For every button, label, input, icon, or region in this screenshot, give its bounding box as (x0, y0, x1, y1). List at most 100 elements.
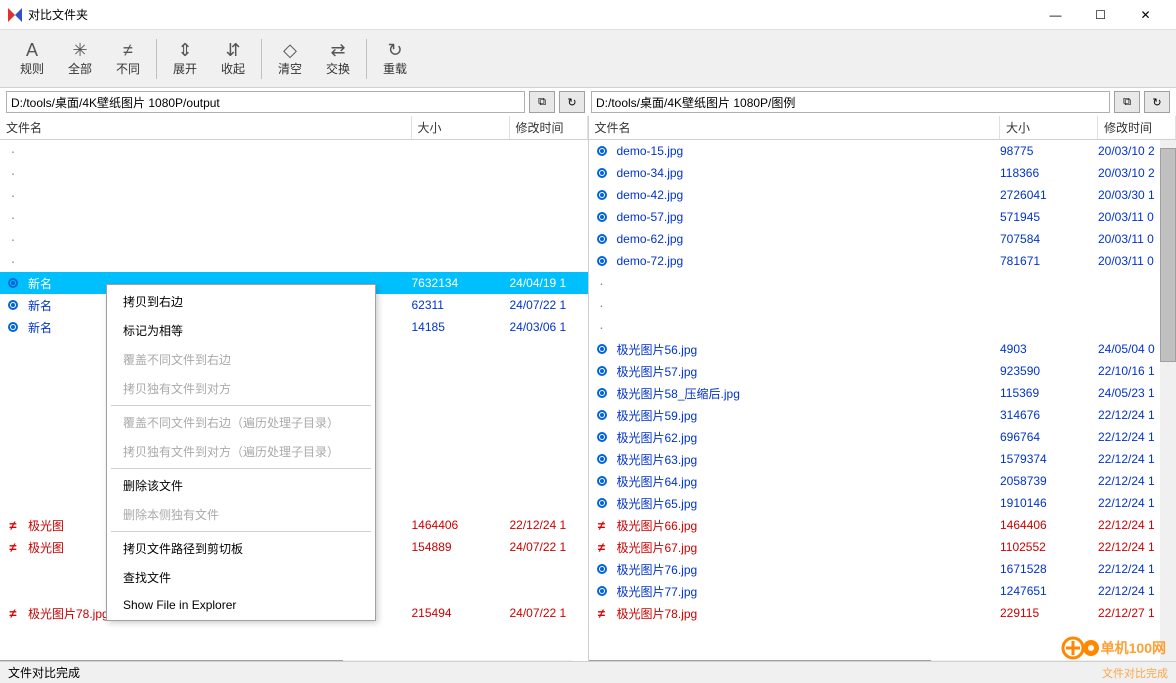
file-name: 极光图片64.jpg (613, 473, 1001, 490)
file-row[interactable]: demo-57.jpg57194520/03/11 0 (589, 206, 1176, 228)
left-column-header[interactable]: 文件名 大小 修改时间 (0, 116, 588, 140)
tool-icon: ⇵ (223, 40, 243, 60)
file-name: 极光图片59.jpg (613, 407, 1001, 424)
right-column-header[interactable]: 文件名 大小 修改时间 (589, 116, 1176, 140)
file-name: 极光图片58_压缩后.jpg (613, 385, 1001, 402)
file-time: 24/03/06 1 (510, 320, 588, 334)
menu-item[interactable]: 拷贝到右边 (107, 287, 375, 316)
close-button[interactable]: ✕ (1123, 0, 1168, 30)
tool-交换[interactable]: ⇄交换 (314, 34, 362, 84)
menu-item[interactable]: 拷贝文件路径到剪切板 (107, 534, 375, 563)
file-row[interactable]: · (0, 228, 588, 250)
file-name: demo-72.jpg (613, 254, 1001, 268)
tool-规则[interactable]: A规则 (8, 34, 56, 84)
left-path-input[interactable] (6, 91, 525, 113)
file-row[interactable]: · (589, 294, 1176, 316)
file-name: 极光图片78.jpg (613, 605, 1001, 622)
right-file-list[interactable]: demo-15.jpg9877520/03/10 2demo-34.jpg118… (589, 140, 1176, 676)
file-name: 极光图片77.jpg (613, 583, 1001, 600)
placeholder-marker-icon: · (599, 278, 604, 288)
tool-icon: ✳ (70, 40, 90, 60)
col-time[interactable]: 修改时间 (1098, 116, 1176, 139)
file-size: 707584 (1000, 232, 1098, 246)
col-size[interactable]: 大小 (412, 116, 510, 139)
col-name[interactable]: 文件名 (0, 116, 412, 139)
menu-item[interactable]: 标记为相等 (107, 316, 375, 345)
file-size: 14185 (412, 320, 510, 334)
tool-不同[interactable]: ≠不同 (104, 34, 152, 84)
file-size: 215494 (412, 606, 510, 620)
file-row[interactable]: 极光图片56.jpg490324/05/04 0 (589, 338, 1176, 360)
diff-marker-icon: ≠ (598, 518, 605, 533)
tool-清空[interactable]: ◇清空 (266, 34, 314, 84)
file-name: demo-42.jpg (613, 188, 1001, 202)
tool-icon: A (22, 40, 42, 60)
placeholder-marker-icon: · (11, 146, 16, 156)
right-refresh-button[interactable]: ↻ (1144, 91, 1170, 113)
file-row[interactable]: ≠极光图片67.jpg110255222/12/24 1 (589, 536, 1176, 558)
file-row[interactable]: 极光图片58_压缩后.jpg11536924/05/23 1 (589, 382, 1176, 404)
file-row[interactable]: ≠极光图片78.jpg22911522/12/27 1 (589, 602, 1176, 624)
file-size: 2726041 (1000, 188, 1098, 202)
file-row[interactable]: · (0, 140, 588, 162)
col-time[interactable]: 修改时间 (510, 116, 588, 139)
tool-收起[interactable]: ⇵收起 (209, 34, 257, 84)
left-refresh-button[interactable]: ↻ (559, 91, 585, 113)
left-copy-button[interactable]: ⧉ (529, 91, 555, 113)
file-row[interactable]: demo-72.jpg78167120/03/11 0 (589, 250, 1176, 272)
right-copy-button[interactable]: ⧉ (1114, 91, 1140, 113)
file-time: 24/07/22 1 (510, 606, 588, 620)
file-size: 115369 (1000, 386, 1098, 400)
menu-item[interactable]: 查找文件 (107, 563, 375, 592)
menu-item[interactable]: Show File in Explorer (107, 592, 375, 618)
file-row[interactable]: demo-34.jpg11836620/03/10 2 (589, 162, 1176, 184)
file-name: 极光图片76.jpg (613, 561, 1001, 578)
file-row[interactable]: 极光图片76.jpg167152822/12/24 1 (589, 558, 1176, 580)
tool-重载[interactable]: ↻重载 (371, 34, 419, 84)
unique-marker-icon (8, 300, 18, 310)
tool-全部[interactable]: ✳全部 (56, 34, 104, 84)
file-row[interactable]: 极光图片59.jpg31467622/12/24 1 (589, 404, 1176, 426)
file-size: 229115 (1000, 606, 1098, 620)
file-row[interactable]: · (0, 250, 588, 272)
placeholder-marker-icon: · (11, 168, 16, 178)
menu-item: 覆盖不同文件到右边（遍历处理子目录） (107, 408, 375, 437)
col-size[interactable]: 大小 (1000, 116, 1098, 139)
file-size: 1464406 (412, 518, 510, 532)
file-row[interactable]: 极光图片65.jpg191014622/12/24 1 (589, 492, 1176, 514)
file-row[interactable]: · (589, 316, 1176, 338)
tool-展开[interactable]: ⇕展开 (161, 34, 209, 84)
menu-item[interactable]: 删除该文件 (107, 471, 375, 500)
file-row[interactable]: 极光图片64.jpg205873922/12/24 1 (589, 470, 1176, 492)
file-row[interactable]: 极光图片63.jpg157937422/12/24 1 (589, 448, 1176, 470)
file-name: 极光图片65.jpg (613, 495, 1001, 512)
file-row[interactable]: · (589, 272, 1176, 294)
tool-icon: ⇄ (328, 40, 348, 60)
app-icon (8, 8, 22, 22)
file-row[interactable]: demo-15.jpg9877520/03/10 2 (589, 140, 1176, 162)
file-row[interactable]: demo-42.jpg272604120/03/30 1 (589, 184, 1176, 206)
status-text: 文件对比完成 (8, 664, 80, 681)
unique-marker-icon (597, 190, 607, 200)
file-row[interactable]: 极光图片77.jpg124765122/12/24 1 (589, 580, 1176, 602)
file-row[interactable]: 极光图片62.jpg69676422/12/24 1 (589, 426, 1176, 448)
maximize-button[interactable]: ☐ (1078, 0, 1123, 30)
diff-marker-icon: ≠ (9, 518, 16, 533)
unique-marker-icon (597, 586, 607, 596)
minimize-button[interactable]: — (1033, 0, 1078, 30)
file-row[interactable]: · (0, 206, 588, 228)
file-name: demo-15.jpg (613, 144, 1001, 158)
right-v-scrollbar[interactable] (1160, 140, 1176, 676)
window-title: 对比文件夹 (28, 6, 1033, 23)
file-size: 98775 (1000, 144, 1098, 158)
col-name[interactable]: 文件名 (589, 116, 1001, 139)
unique-marker-icon (597, 212, 607, 222)
file-size: 1102552 (1000, 540, 1098, 554)
file-row[interactable]: 极光图片57.jpg92359022/10/16 1 (589, 360, 1176, 382)
file-row[interactable]: · (0, 184, 588, 206)
file-row[interactable]: demo-62.jpg70758420/03/11 0 (589, 228, 1176, 250)
file-row[interactable]: · (0, 162, 588, 184)
file-name: 极光图片57.jpg (613, 363, 1001, 380)
right-path-input[interactable] (591, 91, 1110, 113)
file-row[interactable]: ≠极光图片66.jpg146440622/12/24 1 (589, 514, 1176, 536)
